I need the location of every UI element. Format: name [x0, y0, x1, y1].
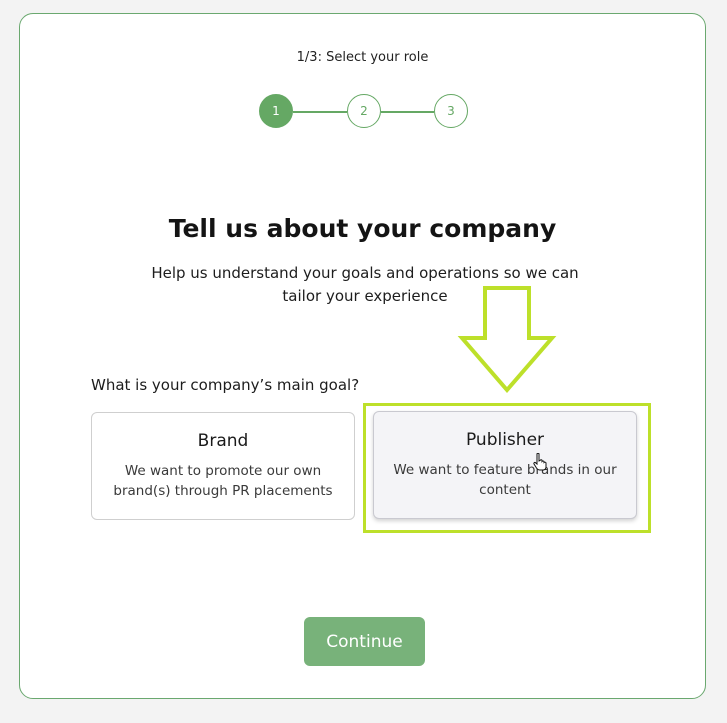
brand-option-title: Brand — [197, 431, 249, 451]
brand-option-card[interactable]: Brand We want to promote our own brand(s… — [91, 412, 355, 520]
page-title: Tell us about your company — [168, 214, 557, 243]
step-label: 1/3: Select your role — [296, 50, 429, 65]
down-arrow-annotation-icon — [457, 286, 557, 394]
step-1: 1 — [259, 94, 293, 128]
step-connector — [381, 111, 434, 113]
goal-question: What is your company’s main goal? — [91, 376, 360, 394]
step-connector — [293, 111, 347, 113]
step-3: 3 — [434, 94, 468, 128]
step-2: 2 — [347, 94, 381, 128]
annotation-highlight-box — [363, 403, 651, 533]
continue-button[interactable]: Continue — [304, 617, 425, 666]
brand-option-description: We want to promote our own brand(s) thro… — [113, 463, 333, 499]
hand-cursor-icon — [533, 453, 547, 471]
progress-stepper: 1 2 3 — [20, 94, 705, 130]
onboarding-card: 1/3: Select your role 1 2 3 Tell us abou… — [19, 13, 706, 699]
